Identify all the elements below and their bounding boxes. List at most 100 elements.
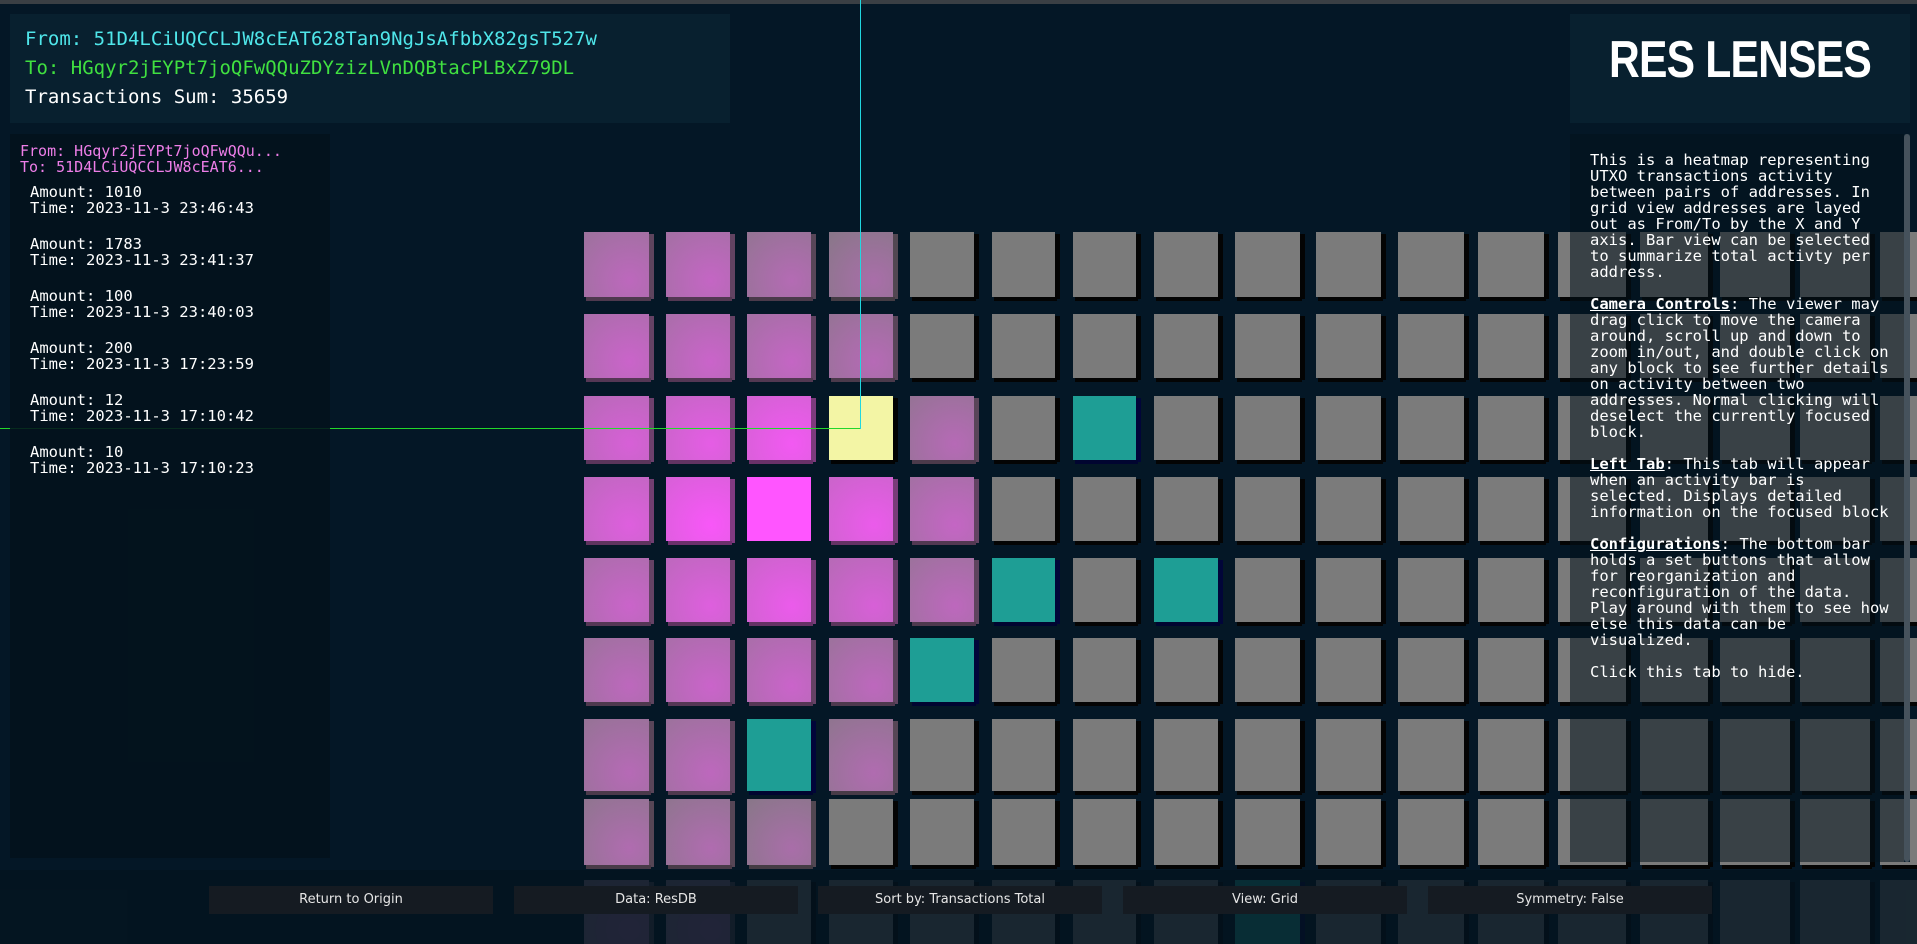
heatmap-block[interactable] (1478, 396, 1549, 464)
heatmap-block[interactable] (1398, 719, 1469, 795)
heatmap-block[interactable] (666, 314, 735, 382)
heatmap-block[interactable] (992, 232, 1060, 301)
heatmap-block[interactable] (829, 719, 898, 795)
heatmap-block[interactable] (1073, 719, 1141, 795)
heatmap-block[interactable] (1398, 477, 1469, 545)
data-source-button[interactable]: Data: ResDB (514, 886, 798, 914)
info-tab-panel[interactable]: This is a heatmap representing UTXO tran… (1570, 134, 1910, 862)
heatmap-block[interactable] (1398, 396, 1469, 464)
heatmap-block[interactable] (1235, 558, 1305, 626)
heatmap-block[interactable] (584, 477, 654, 545)
left-tab-panel[interactable]: From: HGqyr2jEYPt7joQFwQQu... To: 51D4LC… (10, 134, 330, 858)
heatmap-block[interactable] (1316, 558, 1386, 626)
heatmap-block[interactable] (1316, 799, 1386, 869)
sort-by-button[interactable]: Sort by: Transactions Total (818, 886, 1102, 914)
heatmap-block[interactable] (1478, 558, 1549, 626)
heatmap-block[interactable] (992, 314, 1060, 382)
heatmap-block[interactable] (1073, 477, 1141, 545)
heatmap-block[interactable] (1316, 477, 1386, 545)
heatmap-block[interactable] (584, 719, 654, 795)
heatmap-block[interactable] (1316, 638, 1386, 706)
heatmap-block[interactable] (747, 558, 816, 626)
return-to-origin-button[interactable]: Return to Origin (209, 886, 493, 914)
heatmap-block[interactable] (829, 799, 898, 869)
heatmap-block[interactable] (992, 558, 1060, 626)
heatmap-block[interactable] (584, 232, 654, 301)
heatmap-block[interactable] (829, 232, 898, 301)
heatmap-block[interactable] (910, 638, 979, 706)
heatmap-block[interactable] (1235, 396, 1305, 464)
heatmap-block[interactable] (1073, 314, 1141, 382)
heatmap-block[interactable] (992, 799, 1060, 869)
heatmap-block[interactable] (829, 558, 898, 626)
heatmap-block[interactable] (1235, 719, 1305, 795)
heatmap-block[interactable] (666, 638, 735, 706)
heatmap-block[interactable] (584, 558, 654, 626)
heatmap-block[interactable] (666, 558, 735, 626)
heatmap-block[interactable] (1154, 558, 1223, 626)
heatmap-block[interactable] (992, 638, 1060, 706)
heatmap-block[interactable] (992, 719, 1060, 795)
heatmap-block[interactable] (992, 477, 1060, 545)
heatmap-block[interactable] (1316, 396, 1386, 464)
heatmap-block[interactable] (1398, 232, 1469, 301)
heatmap-block[interactable] (1154, 314, 1223, 382)
heatmap-block[interactable] (910, 799, 979, 869)
heatmap-block[interactable] (1073, 232, 1141, 301)
heatmap-block[interactable] (829, 638, 898, 706)
heatmap-block[interactable] (910, 396, 979, 464)
heatmap-block[interactable] (666, 719, 735, 795)
info-scrollbar-thumb[interactable] (1904, 134, 1910, 862)
heatmap-block[interactable] (992, 396, 1060, 464)
heatmap-block[interactable] (666, 799, 735, 869)
heatmap-block[interactable] (910, 232, 979, 301)
heatmap-block[interactable] (1478, 477, 1549, 545)
heatmap-block[interactable] (1316, 719, 1386, 795)
heatmap-block[interactable] (1398, 314, 1469, 382)
heatmap-block[interactable] (910, 558, 979, 626)
heatmap-block[interactable] (1398, 558, 1469, 626)
heatmap-block[interactable] (747, 638, 816, 706)
heatmap-block[interactable] (1478, 232, 1549, 301)
heatmap-block[interactable] (1316, 314, 1386, 382)
heatmap-block[interactable] (584, 799, 654, 869)
heatmap-block[interactable] (584, 314, 654, 382)
heatmap-block[interactable] (1154, 799, 1223, 869)
heatmap-block[interactable] (1073, 638, 1141, 706)
heatmap-block[interactable] (747, 477, 811, 541)
heatmap-block[interactable] (666, 477, 735, 545)
heatmap-block[interactable] (1235, 799, 1305, 869)
heatmap-block[interactable] (747, 719, 816, 795)
heatmap-block[interactable] (829, 314, 898, 382)
heatmap-block[interactable] (747, 232, 816, 301)
heatmap-block[interactable] (1073, 558, 1141, 626)
heatmap-block[interactable] (1154, 477, 1223, 545)
heatmap-block[interactable] (1235, 314, 1305, 382)
heatmap-block[interactable] (666, 232, 735, 301)
heatmap-block[interactable] (1073, 396, 1141, 464)
heatmap-block[interactable] (910, 719, 979, 795)
heatmap-block[interactable] (1398, 799, 1469, 869)
info-scrollbar[interactable] (1904, 134, 1910, 862)
heatmap-block[interactable] (747, 314, 816, 382)
heatmap-block[interactable] (1235, 638, 1305, 706)
heatmap-block[interactable] (1398, 638, 1469, 706)
heatmap-block[interactable] (910, 477, 979, 545)
heatmap-block[interactable] (1478, 314, 1549, 382)
heatmap-block[interactable] (747, 799, 816, 869)
heatmap-block[interactable] (1478, 799, 1549, 869)
heatmap-block[interactable] (1478, 638, 1549, 706)
view-mode-button[interactable]: View: Grid (1123, 886, 1407, 914)
heatmap-block[interactable] (1073, 799, 1141, 869)
heatmap-block[interactable] (1478, 719, 1549, 795)
heatmap-block[interactable] (1154, 719, 1223, 795)
heatmap-block[interactable] (1235, 477, 1305, 545)
heatmap-block[interactable] (910, 314, 979, 382)
heatmap-block[interactable] (584, 638, 654, 706)
heatmap-block[interactable] (1316, 232, 1386, 301)
heatmap-block[interactable] (1154, 396, 1223, 464)
heatmap-block[interactable] (1154, 638, 1223, 706)
symmetry-button[interactable]: Symmetry: False (1428, 886, 1712, 914)
heatmap-block[interactable] (1154, 232, 1223, 301)
heatmap-block[interactable] (829, 477, 898, 545)
